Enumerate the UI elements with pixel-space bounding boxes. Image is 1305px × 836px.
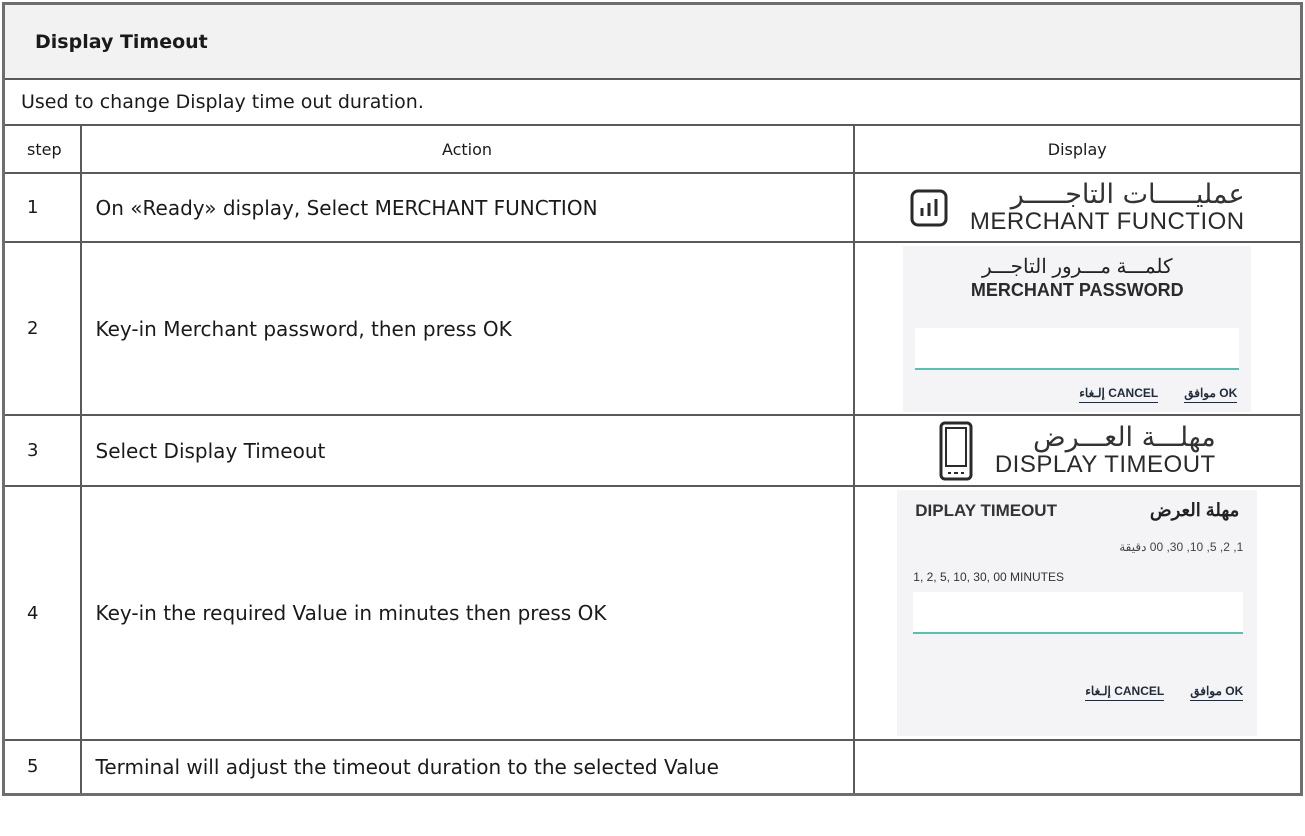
step-number: 5	[2, 739, 82, 795]
header-action: Action	[79, 124, 855, 174]
password-button-row: إلـغاء CANCEL موافق OK	[1079, 386, 1238, 403]
display-timeout-procedure-table: Display Timeout Used to change Display t…	[2, 2, 1304, 796]
display-timeout-menu: مهلـــة العـــرض DISPLAY TIMEOUT	[852, 414, 1303, 487]
step-number: 2	[2, 241, 82, 416]
step-action: Key-in the required Value in minutes the…	[79, 485, 855, 741]
password-title-english: MERCHANT PASSWORD	[970, 279, 1184, 300]
timeout-options-english: 1, 2, 5, 10, 30, 00 MINUTES	[913, 570, 1065, 584]
password-input[interactable]	[915, 327, 1240, 370]
mobile-device-icon	[939, 421, 973, 480]
step-number: 3	[2, 414, 82, 487]
section-title: Display Timeout	[2, 2, 1303, 80]
ok-button[interactable]: موافق OK	[1190, 684, 1244, 701]
table-row: 5 Terminal will adjust the timeout durat…	[2, 739, 1303, 795]
cancel-button[interactable]: إلـغاء CANCEL	[1085, 684, 1165, 701]
step-action: Key-in Merchant password, then press OK	[79, 241, 855, 416]
table-row: 2 Key-in Merchant password, then press O…	[2, 241, 1303, 416]
section-description: Used to change Display time out duration…	[2, 78, 1303, 126]
display-timeout-entry: DIPLAY TIMEOUT مهلة العرض 1, 2, 5, 10, 3…	[852, 485, 1303, 741]
step-action: Terminal will adjust the timeout duratio…	[79, 739, 855, 795]
timeout-header: DIPLAY TIMEOUT مهلة العرض	[915, 500, 1239, 521]
cancel-button[interactable]: إلـغاء CANCEL	[1079, 386, 1159, 403]
header-display: Display	[852, 124, 1303, 174]
merchant-function-english: MERCHANT FUNCTION	[969, 208, 1245, 236]
table-row: 1 On «Ready» display, Select MERCHANT FU…	[2, 172, 1303, 243]
step-number: 4	[2, 485, 82, 741]
step-action: On «Ready» display, Select MERCHANT FUNC…	[79, 172, 855, 243]
display-timeout-menu-item: مهلـــة العـــرض DISPLAY TIMEOUT	[855, 419, 1301, 483]
timeout-title-arabic: مهلة العرض	[1149, 500, 1240, 520]
merchant-function-arabic: عمليـــــات التاجـــــر	[1010, 178, 1245, 210]
table-row: 3 Select Display Timeout مهلـــة العـــر…	[2, 414, 1303, 487]
table-row: 4 Key-in the required Value in minutes t…	[2, 485, 1303, 741]
display-timeout-arabic: مهلـــة العـــرض	[1033, 421, 1216, 453]
header-step: step	[2, 124, 82, 174]
display-merchant-function: عمليـــــات التاجـــــر MERCHANT FUNCTIO…	[852, 172, 1303, 243]
display-empty	[852, 739, 1303, 795]
merchant-password-screen: كلمـــة مـــرور التاجـــر MERCHANT PASSW…	[903, 245, 1252, 412]
timeout-entry-screen: DIPLAY TIMEOUT مهلة العرض 1, 2, 5, 10, 3…	[897, 490, 1258, 736]
step-action: Select Display Timeout	[79, 414, 855, 487]
step-number: 1	[2, 172, 82, 243]
ok-button[interactable]: موافق OK	[1184, 386, 1238, 403]
timeout-title-english: DIPLAY TIMEOUT	[915, 500, 1057, 520]
password-title-arabic: كلمـــة مـــرور التاجـــر	[982, 255, 1173, 278]
merchant-function-menu-item: عمليـــــات التاجـــــر MERCHANT FUNCTIO…	[855, 176, 1301, 240]
timeout-button-row: إلـغاء CANCEL موافق OK	[1085, 684, 1244, 701]
bar-chart-icon	[910, 189, 948, 226]
display-merchant-password: كلمـــة مـــرور التاجـــر MERCHANT PASSW…	[852, 241, 1303, 416]
timeout-value-input[interactable]	[913, 592, 1244, 634]
display-timeout-english: DISPLAY TIMEOUT	[994, 451, 1216, 479]
table-header-row: step Action Display	[2, 124, 1303, 174]
timeout-options-arabic: 1, 2, 5, 10, 30, 00 دقيقة	[1119, 540, 1244, 554]
